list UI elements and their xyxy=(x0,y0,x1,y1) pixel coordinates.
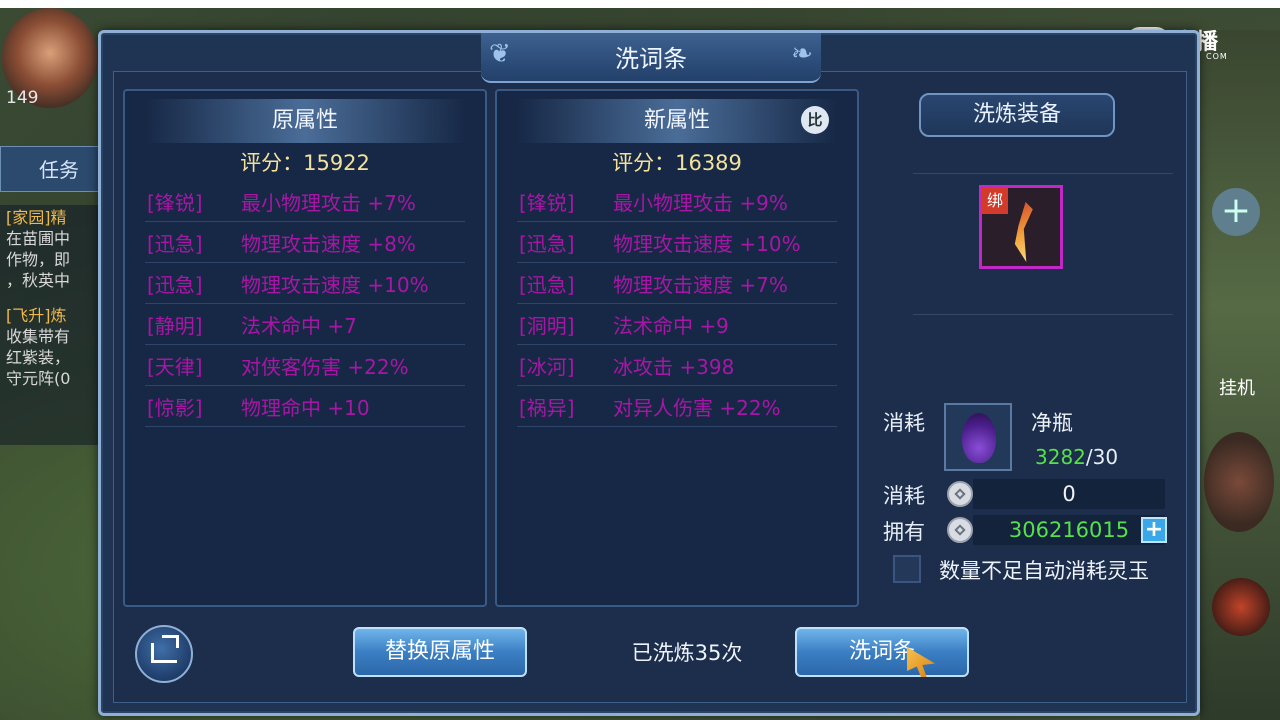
original-attributes-panel: 原属性 评分：15922 [锋锐] 最小物理攻击 +7% [迅急] 物理攻击速度 +… xyxy=(123,89,487,607)
attribute-row: [迅急] 物理攻击速度 +7% xyxy=(517,263,837,304)
compare-button[interactable]: 比 xyxy=(801,106,829,134)
attribute-desc: 法术命中 +7 xyxy=(241,313,357,338)
attribute-desc: 最小物理攻击 +7% xyxy=(241,190,416,215)
task-tab[interactable]: 任务 xyxy=(0,146,100,192)
attribute-row: [天律] 对侠客伤害 +22% xyxy=(145,345,465,386)
share-icon xyxy=(151,635,179,663)
quest-line: ，秋英中 xyxy=(6,271,71,290)
attribute-desc: 物理命中 +10 xyxy=(241,395,370,420)
skill-fire-icon[interactable] xyxy=(1212,578,1270,636)
attribute-row: [静明] 法术命中 +7 xyxy=(145,304,465,345)
original-score: 评分：15922 xyxy=(240,151,370,175)
new-panel-header: 新属性 xyxy=(517,99,837,143)
own-label: 拥有 xyxy=(883,520,925,544)
attribute-row: [迅急] 物理攻击速度 +8% xyxy=(145,222,465,263)
quest-line: 红紫装， xyxy=(6,348,71,367)
title-ornament-icon: ❧ xyxy=(791,39,813,69)
attribute-desc: 法术命中 +9 xyxy=(613,313,729,338)
new-attribute-list: [锋锐] 最小物理攻击 +9% [迅急] 物理攻击速度 +10% [迅急] 物理攻击速… xyxy=(517,181,837,427)
attribute-tag: [惊影] xyxy=(147,395,203,420)
add-currency-button[interactable]: + xyxy=(1141,517,1167,543)
attribute-desc: 物理攻击速度 +8% xyxy=(241,231,416,256)
material-count: 3282/30 xyxy=(1035,445,1119,469)
auto-consume-label[interactable]: 数量不足自动消耗灵玉 xyxy=(939,555,1149,585)
attribute-tag: [祸异] xyxy=(519,395,575,420)
attribute-tag: [迅急] xyxy=(519,231,575,256)
attribute-desc: 冰攻击 +398 xyxy=(613,354,735,379)
coin-cost-value: 0 xyxy=(973,479,1165,509)
quest-line: 作物，即 xyxy=(6,250,71,269)
new-attributes-panel: 新属性 比 评分：16389 [锋锐] 最小物理攻击 +9% [迅急] 物理攻击速度… xyxy=(495,89,859,607)
coin-icon xyxy=(947,481,973,507)
item-cost-label: 消耗 xyxy=(883,411,925,435)
attribute-tag: [冰河] xyxy=(519,354,575,379)
watermark-sub: COM xyxy=(1206,52,1228,61)
attribute-desc: 物理攻击速度 +7% xyxy=(613,272,788,297)
attribute-row: [冰河] 冰攻击 +398 xyxy=(517,345,837,386)
original-attribute-list: [锋锐] 最小物理攻击 +7% [迅急] 物理攻击速度 +8% [迅急] 物理攻击速度… xyxy=(145,181,465,427)
attribute-desc: 物理攻击速度 +10% xyxy=(241,272,429,297)
bound-badge: 绑 xyxy=(982,188,1008,214)
attribute-tag: [洞明] xyxy=(519,313,575,338)
attribute-tag: [静明] xyxy=(147,313,203,338)
attribute-tag: [迅急] xyxy=(519,272,575,297)
attribute-desc: 对侠客伤害 +22% xyxy=(241,354,409,379)
material-slot[interactable] xyxy=(944,403,1012,471)
new-score: 评分：16389 xyxy=(612,151,742,175)
material-name: 净瓶 xyxy=(1031,411,1073,435)
auto-battle-button[interactable]: 挂机 xyxy=(1202,310,1272,400)
quest-line: 收集带有 xyxy=(6,327,71,346)
top-strip xyxy=(0,0,1280,8)
attribute-row: [锋锐] 最小物理攻击 +9% xyxy=(517,181,837,222)
attribute-tag: [迅急] xyxy=(147,231,203,256)
attribute-desc: 物理攻击速度 +10% xyxy=(613,231,801,256)
dialog-title: 洗词条 xyxy=(615,45,687,73)
replace-attributes-button[interactable]: 替换原属性 xyxy=(353,627,527,677)
share-button[interactable] xyxy=(135,625,193,683)
attribute-row: [祸异] 对异人伤害 +22% xyxy=(517,386,837,427)
attribute-tag: [迅急] xyxy=(147,272,203,297)
attribute-desc: 对异人伤害 +22% xyxy=(613,395,781,420)
quest-line: 在苗圃中 xyxy=(6,229,71,248)
wash-attributes-button[interactable]: 洗词条 xyxy=(795,627,969,677)
weapon-icon xyxy=(1014,202,1033,262)
skill-portrait-icon[interactable] xyxy=(1204,432,1274,532)
quest-line: [飞升]炼 xyxy=(6,306,67,325)
attribute-row: [锋锐] 最小物理攻击 +7% xyxy=(145,181,465,222)
quest-line: [家园]精 xyxy=(6,208,67,227)
attribute-tag: [锋锐] xyxy=(519,190,575,215)
expand-plus-icon[interactable]: + xyxy=(1212,188,1260,236)
dialog-title-bar: ❦ 洗词条 ❧ xyxy=(481,33,821,83)
wash-attribute-dialog: ❦ 洗词条 ❧ 原属性 评分：15922 [锋锐] 最小物理攻击 +7% [迅急]… xyxy=(98,30,1200,716)
coin-icon xyxy=(947,517,973,543)
equipment-slot[interactable]: 绑 xyxy=(979,185,1063,269)
attribute-row: [洞明] 法术命中 +9 xyxy=(517,304,837,345)
quest-line: 守元阵(0 xyxy=(6,369,71,388)
attribute-row: [惊影] 物理命中 +10 xyxy=(145,386,465,427)
attribute-row: [迅急] 物理攻击速度 +10% xyxy=(145,263,465,304)
equipment-header: 洗炼装备 xyxy=(919,93,1115,137)
vase-icon xyxy=(962,413,996,463)
attribute-tag: [天律] xyxy=(147,354,203,379)
own-amount: 306216015 xyxy=(973,515,1165,545)
coin-cost-label: 消耗 xyxy=(883,484,925,508)
attribute-desc: 最小物理攻击 +9% xyxy=(613,190,788,215)
player-level: 149 xyxy=(6,88,39,108)
attribute-row: [迅急] 物理攻击速度 +10% xyxy=(517,222,837,263)
auto-consume-checkbox[interactable] xyxy=(893,555,921,583)
quest-tracker[interactable]: [家园]精 在苗圃中 作物，即 ，秋英中 [飞升]炼 收集带有 红紫装， 守元阵… xyxy=(0,205,100,445)
original-panel-header: 原属性 xyxy=(145,99,465,143)
attribute-tag: [锋锐] xyxy=(147,190,203,215)
wash-count-text: 已洗炼35次 xyxy=(631,641,743,665)
